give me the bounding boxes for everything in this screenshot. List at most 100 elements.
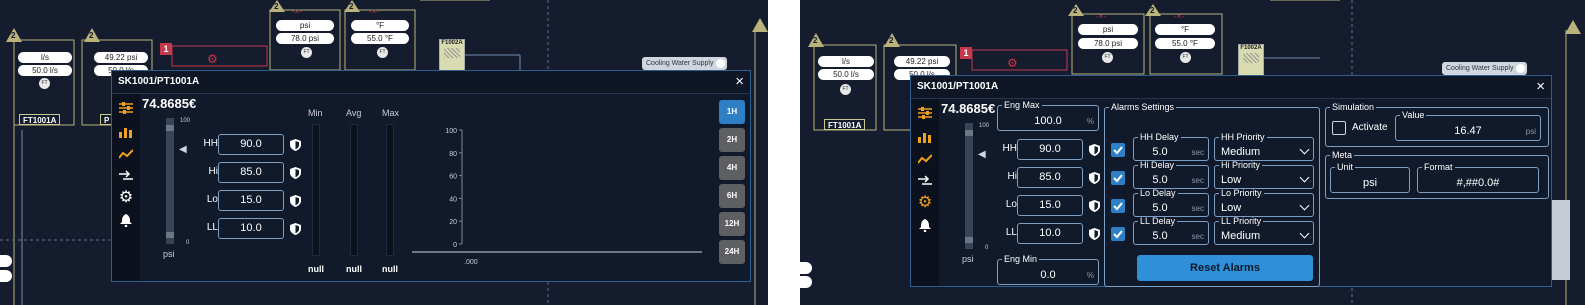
dialog-iconbar: ⚙ <box>112 94 140 281</box>
pressure-value-pill[interactable]: 49.22 psi <box>894 56 950 67</box>
unit-pill[interactable]: l/s <box>18 52 72 63</box>
alarm-priority-select[interactable]: Lo Priority Low <box>1214 189 1314 217</box>
unit-pill[interactable]: psi <box>1078 24 1138 35</box>
bar-chart-icon[interactable] <box>917 129 933 145</box>
limit-input[interactable]: 10.0 <box>218 218 284 239</box>
temp-value-pill[interactable]: 55.0 °F <box>1155 38 1215 49</box>
unit-pill[interactable]: °F <box>351 20 409 31</box>
shield-icon[interactable] <box>1089 227 1100 240</box>
warning-badge: 2 <box>344 0 360 14</box>
alarm-delay-field[interactable]: LL Delay 5.0 sec <box>1133 217 1209 245</box>
simulation-activate-checkbox[interactable] <box>1332 121 1346 135</box>
simulation-value-field[interactable]: Value 16.47 psi <box>1395 111 1541 141</box>
alarm-enable-checkbox[interactable] <box>1111 227 1125 241</box>
chevron-down-icon[interactable] <box>1299 200 1310 211</box>
ft-instrument-icon[interactable]: FT <box>1102 52 1113 63</box>
trend-icon[interactable] <box>118 146 134 162</box>
level-marker <box>965 130 973 136</box>
flow-value-pill[interactable]: 50.0 l/s <box>18 65 72 76</box>
tank-icon[interactable]: F1002A <box>439 39 465 73</box>
sliders-icon[interactable] <box>118 100 134 116</box>
close-icon[interactable]: × <box>735 73 744 90</box>
flow-tag-label[interactable]: FT1001A <box>824 119 866 130</box>
unit-pill[interactable]: psi <box>276 20 334 31</box>
temp-value-pill[interactable]: 55.0 °F <box>351 33 409 44</box>
bell-icon[interactable] <box>917 217 933 233</box>
alarm-priority-select[interactable]: HH Priority Medium <box>1214 133 1314 161</box>
current-value: 74.8685€ <box>941 101 996 116</box>
tank-icon[interactable]: F1002A <box>1238 44 1264 78</box>
unit-pill[interactable]: °F <box>1155 24 1215 35</box>
cooling-water-supply-label[interactable]: Cooling Water Supply <box>642 57 728 70</box>
meta-unit-field[interactable]: Unit psi <box>1330 163 1410 193</box>
unit-pill[interactable]: l/s <box>818 56 874 67</box>
pressure-value-pill[interactable]: 49.22 psi <box>94 52 148 63</box>
limit-input[interactable]: 15.0 <box>218 190 284 211</box>
shield-icon[interactable] <box>290 138 301 151</box>
time-range-button[interactable]: 2H <box>719 128 745 152</box>
flow-value-pill[interactable]: 50.0 l/s <box>818 69 874 80</box>
cooling-water-supply-label[interactable]: Cooling Water Supply <box>1442 62 1528 75</box>
time-range-button[interactable]: 24H <box>719 240 745 264</box>
ft-instrument-icon[interactable]: FT <box>840 84 851 95</box>
alarm-enable-checkbox[interactable] <box>1111 199 1125 213</box>
side-handle[interactable] <box>0 270 12 282</box>
arrows-icon[interactable] <box>118 168 134 184</box>
ft-instrument-icon[interactable]: FT <box>39 78 50 89</box>
gear-icon[interactable]: ⚙ <box>118 190 134 206</box>
side-handle[interactable] <box>800 276 812 288</box>
limit-input[interactable]: 85.0 <box>218 162 284 183</box>
meta-format-field[interactable]: Format #,##0.0# <box>1417 163 1539 193</box>
ft-instrument-icon[interactable]: FT <box>301 47 312 58</box>
shield-icon[interactable] <box>290 166 301 179</box>
limit-input[interactable]: 90.0 <box>218 134 284 155</box>
tag-dialog[interactable]: SK1001/PT1001A × ⚙ 74.8685€ 100 0 psi ◀ … <box>111 70 751 282</box>
shield-icon[interactable] <box>1089 143 1100 156</box>
bell-icon[interactable] <box>118 212 134 228</box>
ft-instrument-icon[interactable]: FT <box>1180 52 1191 63</box>
alarm-delay-field[interactable]: HH Delay 5.0 sec <box>1133 133 1209 161</box>
ft-instrument-icon[interactable]: FT <box>377 47 388 58</box>
psi-value-pill[interactable]: 78.0 psi <box>276 33 334 44</box>
alarm-delay-field[interactable]: Hi Delay 5.0 sec <box>1133 161 1209 189</box>
alarm-delay-field[interactable]: Lo Delay 5.0 sec <box>1133 189 1209 217</box>
pointer-icon: ◀ <box>978 149 986 160</box>
shield-icon[interactable] <box>290 222 301 235</box>
alarm-enable-checkbox[interactable] <box>1111 171 1125 185</box>
sliders-icon[interactable] <box>917 105 933 121</box>
side-handle[interactable] <box>800 262 812 274</box>
limit-input[interactable]: 15.0 <box>1017 195 1083 216</box>
flow-tag-label[interactable]: FT1001A <box>19 114 61 125</box>
eng-min-field[interactable]: Eng Min 0.0 % <box>997 255 1099 285</box>
eng-max-field[interactable]: Eng Max 100.0 % <box>997 101 1099 131</box>
arrows-icon[interactable] <box>917 173 933 189</box>
limit-input[interactable]: 85.0 <box>1017 167 1083 188</box>
time-range-button[interactable]: 12H <box>719 212 745 236</box>
bar-chart-icon[interactable] <box>118 124 134 140</box>
shield-icon[interactable] <box>1089 199 1100 212</box>
simulation-legend: Simulation <box>1332 102 1375 112</box>
dialog-body: ⚙ 74.8685€ 100 0 psi ◀ HH 90.0 Hi 85.0 Lo 15.… <box>112 93 750 281</box>
close-icon[interactable]: × <box>1536 78 1545 95</box>
alarm-enable-checkbox[interactable] <box>1111 143 1125 157</box>
chevron-down-icon[interactable] <box>1299 172 1310 183</box>
time-range-button[interactable]: 6H <box>719 184 745 208</box>
trend-icon[interactable] <box>917 151 933 167</box>
gear-icon[interactable]: ⚙ <box>917 195 933 211</box>
chevron-down-icon[interactable] <box>1299 144 1310 155</box>
reset-alarms-button[interactable]: Reset Alarms <box>1137 255 1313 281</box>
alarm-priority-select[interactable]: Hi Priority Low <box>1214 161 1314 189</box>
y-tick-label: 60 <box>449 174 457 181</box>
tag-dialog[interactable]: SK1001/PT1001A × ⚙ 74.8685€ 100 0 psi ◀ … <box>910 75 1552 287</box>
time-range-button[interactable]: 4H <box>719 156 745 180</box>
limit-label: Hi <box>1007 171 1017 182</box>
limit-input[interactable]: 90.0 <box>1017 139 1083 160</box>
side-handle[interactable] <box>0 255 12 267</box>
limit-input[interactable]: 10.0 <box>1017 223 1083 244</box>
chevron-down-icon[interactable] <box>1299 228 1310 239</box>
shield-icon[interactable] <box>1089 171 1100 184</box>
psi-value-pill[interactable]: 78.0 psi <box>1078 38 1138 49</box>
shield-icon[interactable] <box>290 194 301 207</box>
time-range-button[interactable]: 1H <box>719 100 745 124</box>
alarm-priority-select[interactable]: LL Priority Medium <box>1214 217 1314 245</box>
